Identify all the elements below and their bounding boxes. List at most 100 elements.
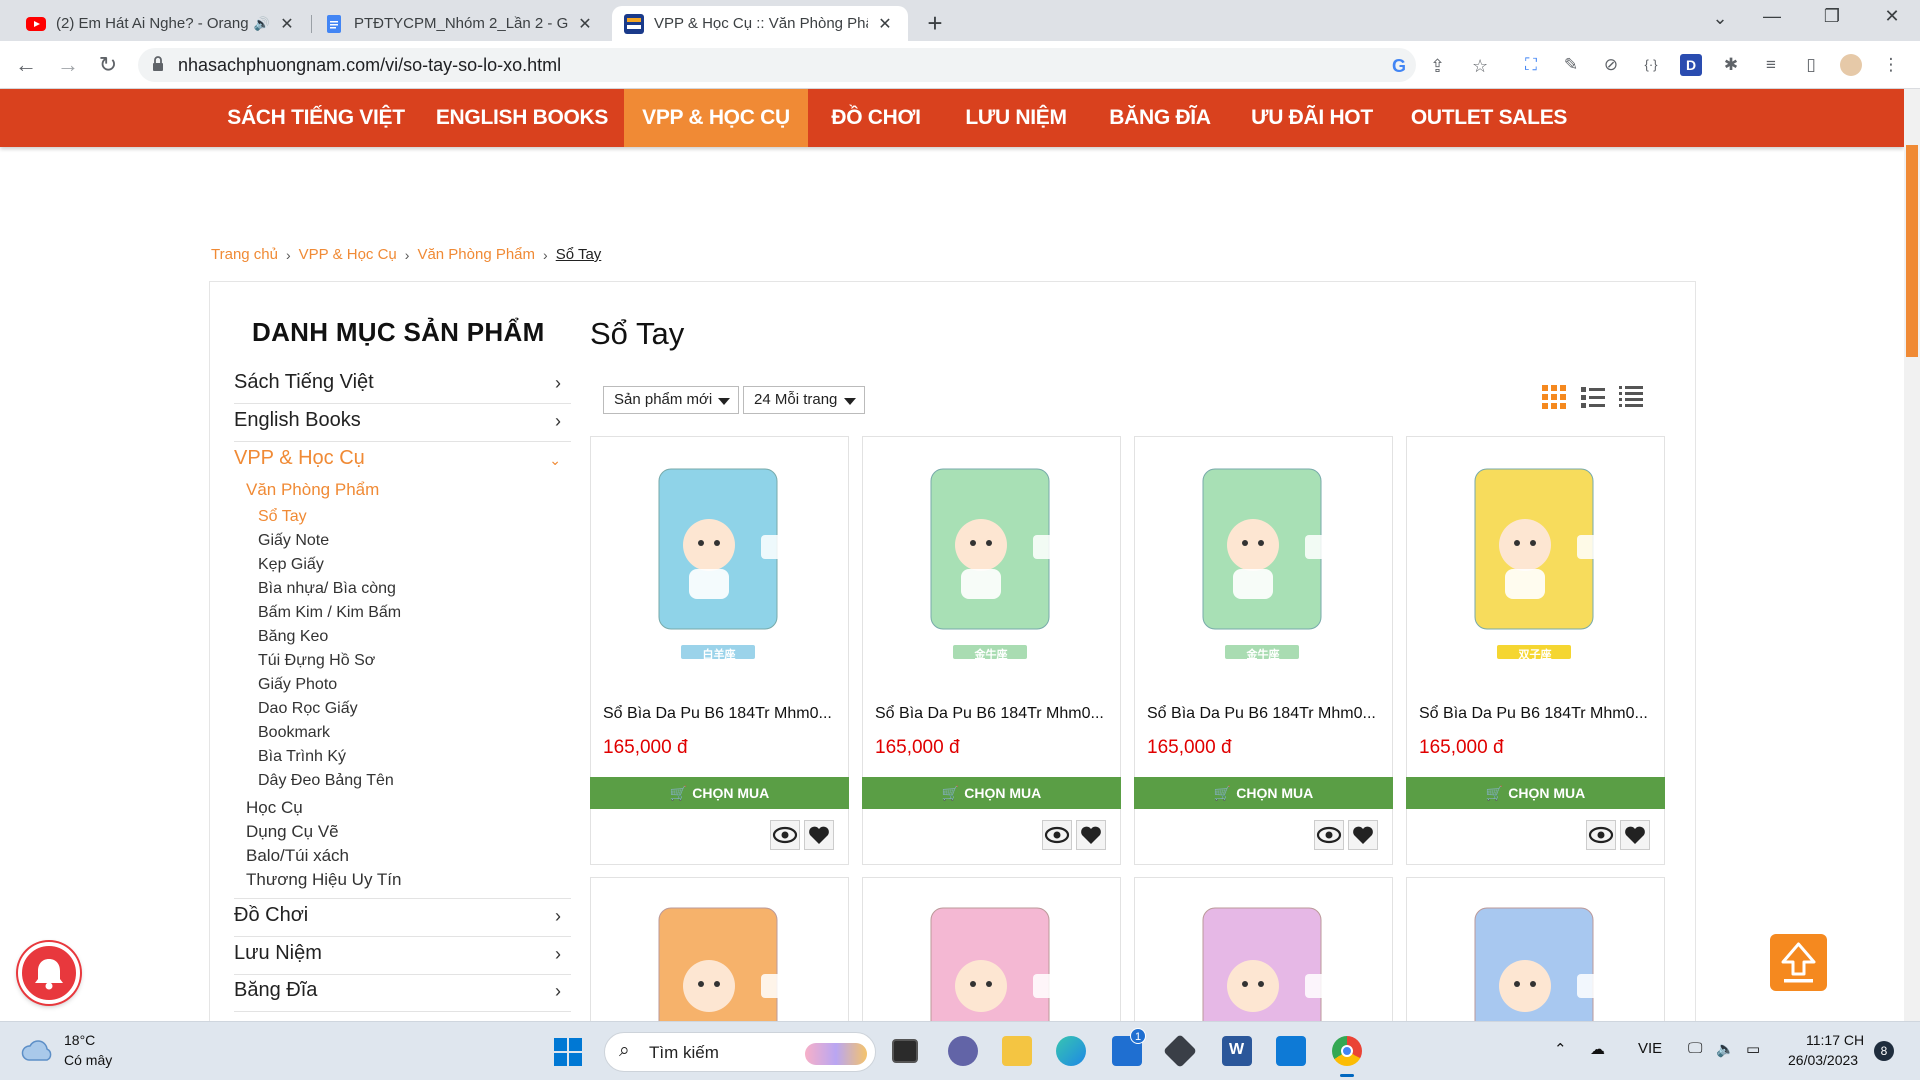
product-card[interactable] bbox=[590, 877, 849, 1037]
breadcrumb-van-phong-pham[interactable]: Văn Phòng Phẩm bbox=[417, 246, 535, 263]
compact-list-view-icon[interactable] bbox=[1618, 384, 1644, 410]
product-card[interactable] bbox=[862, 877, 1121, 1037]
nav-bang-dia[interactable]: BĂNG ĐĨA bbox=[1100, 89, 1220, 147]
sidebar-item-giay-photo[interactable]: Giấy Photo bbox=[258, 676, 337, 694]
notification-count-badge[interactable]: 8 bbox=[1874, 1041, 1894, 1061]
eyedropper-icon[interactable]: ✎ bbox=[1560, 54, 1582, 76]
product-image[interactable] bbox=[1467, 904, 1603, 1037]
page-scrollbar-thumb[interactable] bbox=[1906, 145, 1918, 357]
nav-sach-tieng-viet[interactable]: SÁCH TIẾNG VIỆT bbox=[218, 89, 414, 147]
sidebar-item-tui-dung-ho-so[interactable]: Túi Đựng Hồ Sơ bbox=[258, 652, 375, 670]
chevron-up-icon[interactable]: ⌃ bbox=[1554, 1040, 1567, 1058]
buy-button[interactable]: 🛒 CHỌN MUA bbox=[590, 777, 849, 809]
vscode-icon[interactable] bbox=[1276, 1036, 1306, 1066]
product-card[interactable]: 白羊座 Sổ Bìa Da Pu B6 184Tr Mhm0... 165,000 … bbox=[590, 436, 849, 865]
close-tab-icon[interactable]: ✕ bbox=[874, 14, 896, 34]
back-icon[interactable]: ← bbox=[10, 49, 42, 81]
sidebar-sub-van-phong-pham[interactable]: Văn Phòng Phẩm bbox=[246, 480, 379, 500]
product-image[interactable] bbox=[923, 465, 1059, 661]
tab-docs[interactable]: PTĐTYCPM_Nhóm 2_Lần 2 - Goo ✕ bbox=[312, 6, 608, 41]
share-icon[interactable]: ⇪ bbox=[1430, 56, 1445, 77]
google-icon[interactable]: G bbox=[1392, 56, 1406, 77]
product-name[interactable]: Sổ Bìa Da Pu B6 184Tr Mhm0... bbox=[603, 705, 838, 723]
nav-do-choi[interactable]: ĐỒ CHƠI bbox=[820, 89, 932, 147]
close-window-icon[interactable]: ✕ bbox=[1872, 6, 1912, 27]
weather-description[interactable]: Có mây bbox=[64, 1052, 112, 1068]
chrome-icon[interactable] bbox=[1332, 1036, 1362, 1066]
product-card[interactable] bbox=[1134, 877, 1393, 1037]
clock-date[interactable]: 26/03/2023 bbox=[1788, 1052, 1858, 1068]
scroll-to-top-button[interactable] bbox=[1770, 934, 1827, 991]
sidebar-item-bookmark[interactable]: Bookmark bbox=[258, 724, 330, 742]
edge-icon[interactable] bbox=[1056, 1036, 1086, 1066]
sidebar-item-bia-nhua[interactable]: Bìa nhựa/ Bìa còng bbox=[258, 580, 396, 598]
product-card[interactable] bbox=[1406, 877, 1665, 1037]
sidebar-sub-thuong-hieu[interactable]: Thương Hiệu Uy Tín bbox=[246, 870, 401, 890]
sidebar-item-bia-trinh-ky[interactable]: Bìa Trình Ký bbox=[258, 748, 346, 766]
quick-view-button[interactable] bbox=[770, 820, 800, 850]
sidebar-item-day-deo-bang-ten[interactable]: Dây Đeo Bảng Tên bbox=[258, 772, 394, 790]
product-image[interactable] bbox=[1195, 465, 1331, 661]
media-control-icon[interactable]: ≡ bbox=[1760, 54, 1782, 76]
onedrive-icon[interactable]: ☁ bbox=[1590, 1040, 1605, 1058]
reload-icon[interactable]: ↻ bbox=[92, 49, 124, 81]
ms-store-icon[interactable]: 1 bbox=[1112, 1028, 1146, 1066]
wishlist-button[interactable] bbox=[804, 820, 834, 850]
sidebar-item-bam-kim[interactable]: Bấm Kim / Kim Bấm bbox=[258, 604, 401, 622]
d-extension-icon[interactable]: D bbox=[1680, 54, 1702, 76]
breadcrumb-current[interactable]: Sổ Tay bbox=[556, 246, 602, 263]
network-icon[interactable]: 🖵 bbox=[1688, 1040, 1702, 1057]
per-page-select[interactable]: 24 Mỗi trang bbox=[743, 386, 865, 414]
product-name[interactable]: Sổ Bìa Da Pu B6 184Tr Mhm0... bbox=[1419, 705, 1654, 723]
quick-view-button[interactable] bbox=[1314, 820, 1344, 850]
product-image[interactable] bbox=[1195, 904, 1331, 1037]
sidebar-item-kep-giay[interactable]: Kẹp Giấy bbox=[258, 556, 324, 574]
product-name[interactable]: Sổ Bìa Da Pu B6 184Tr Mhm0... bbox=[875, 705, 1110, 723]
sidebar-cat-vpp-hoc-cu[interactable]: VPP & Học Cụ ⌄ bbox=[234, 442, 571, 480]
nav-outlet-sales[interactable]: OUTLET SALES bbox=[1404, 89, 1574, 147]
buy-button[interactable]: 🛒 CHỌN MUA bbox=[1406, 777, 1665, 809]
maximize-icon[interactable]: ❐ bbox=[1812, 6, 1852, 27]
sidebar-cat-bang-dia[interactable]: Băng Đĩa › bbox=[234, 974, 571, 1012]
extensions-puzzle-icon[interactable]: ✱ bbox=[1720, 54, 1742, 76]
product-image[interactable] bbox=[651, 904, 787, 1037]
product-name[interactable]: Sổ Bìa Da Pu B6 184Tr Mhm0... bbox=[1147, 705, 1382, 723]
product-image[interactable] bbox=[923, 904, 1059, 1037]
sidebar-item-giay-note[interactable]: Giấy Note bbox=[258, 532, 329, 550]
unity-icon[interactable] bbox=[1163, 1034, 1197, 1068]
tab-search-icon[interactable]: ⌄ bbox=[1700, 8, 1740, 29]
file-explorer-icon[interactable] bbox=[1002, 1036, 1032, 1066]
task-view-icon[interactable] bbox=[892, 1039, 918, 1063]
address-bar[interactable]: nhasachphuongnam.com/vi/so-tay-so-lo-xo.… bbox=[138, 48, 1488, 82]
weather-temperature[interactable]: 18°C bbox=[64, 1032, 95, 1048]
bookmark-star-icon[interactable]: ☆ bbox=[1472, 56, 1488, 77]
input-language[interactable]: VIE bbox=[1638, 1040, 1662, 1057]
json-viewer-icon[interactable]: {·} bbox=[1640, 54, 1662, 76]
sort-select[interactable]: Sản phẩm mới bbox=[603, 386, 739, 414]
translate-icon[interactable]: ⛶ bbox=[1520, 54, 1542, 76]
side-panel-icon[interactable]: ▯ bbox=[1800, 54, 1822, 76]
breadcrumb-vpp[interactable]: VPP & Học Cụ bbox=[299, 246, 397, 263]
nav-english-books[interactable]: ENGLISH BOOKS bbox=[432, 89, 612, 147]
windows-start-icon[interactable] bbox=[553, 1037, 583, 1067]
wishlist-button[interactable] bbox=[1348, 820, 1378, 850]
sidebar-cat-do-choi[interactable]: Đồ Chơi › bbox=[234, 899, 571, 937]
taskbar-search-box[interactable]: ⌕ Tìm kiếm bbox=[604, 1032, 876, 1072]
menu-dots-icon[interactable]: ⋮ bbox=[1880, 54, 1902, 76]
tab-youtube[interactable]: (2) Em Hát Ai Nghe? - Orang 🔊 ✕ bbox=[14, 6, 310, 41]
teams-chat-icon[interactable] bbox=[948, 1036, 978, 1066]
word-icon[interactable]: W bbox=[1222, 1036, 1252, 1066]
wishlist-button[interactable] bbox=[1076, 820, 1106, 850]
sidebar-sub-dung-cu-ve[interactable]: Dụng Cụ Vẽ bbox=[246, 822, 339, 842]
product-card[interactable]: 双子座 Sổ Bìa Da Pu B6 184Tr Mhm0... 165,000 … bbox=[1406, 436, 1665, 865]
sidebar-cat-sach-tieng-viet[interactable]: Sách Tiếng Việt › bbox=[234, 366, 571, 404]
compass-icon[interactable]: ⊘ bbox=[1600, 54, 1622, 76]
sidebar-item-dao-roc-giay[interactable]: Dao Rọc Giấy bbox=[258, 700, 358, 718]
new-tab-icon[interactable]: + bbox=[920, 8, 950, 39]
quick-view-button[interactable] bbox=[1042, 820, 1072, 850]
buy-button[interactable]: 🛒 CHỌN MUA bbox=[1134, 777, 1393, 809]
forward-icon[interactable]: → bbox=[52, 49, 84, 81]
minimize-icon[interactable]: — bbox=[1752, 6, 1792, 27]
sidebar-item-bang-keo[interactable]: Băng Keo bbox=[258, 628, 328, 646]
sidebar-cat-luu-niem[interactable]: Lưu Niệm › bbox=[234, 937, 571, 975]
